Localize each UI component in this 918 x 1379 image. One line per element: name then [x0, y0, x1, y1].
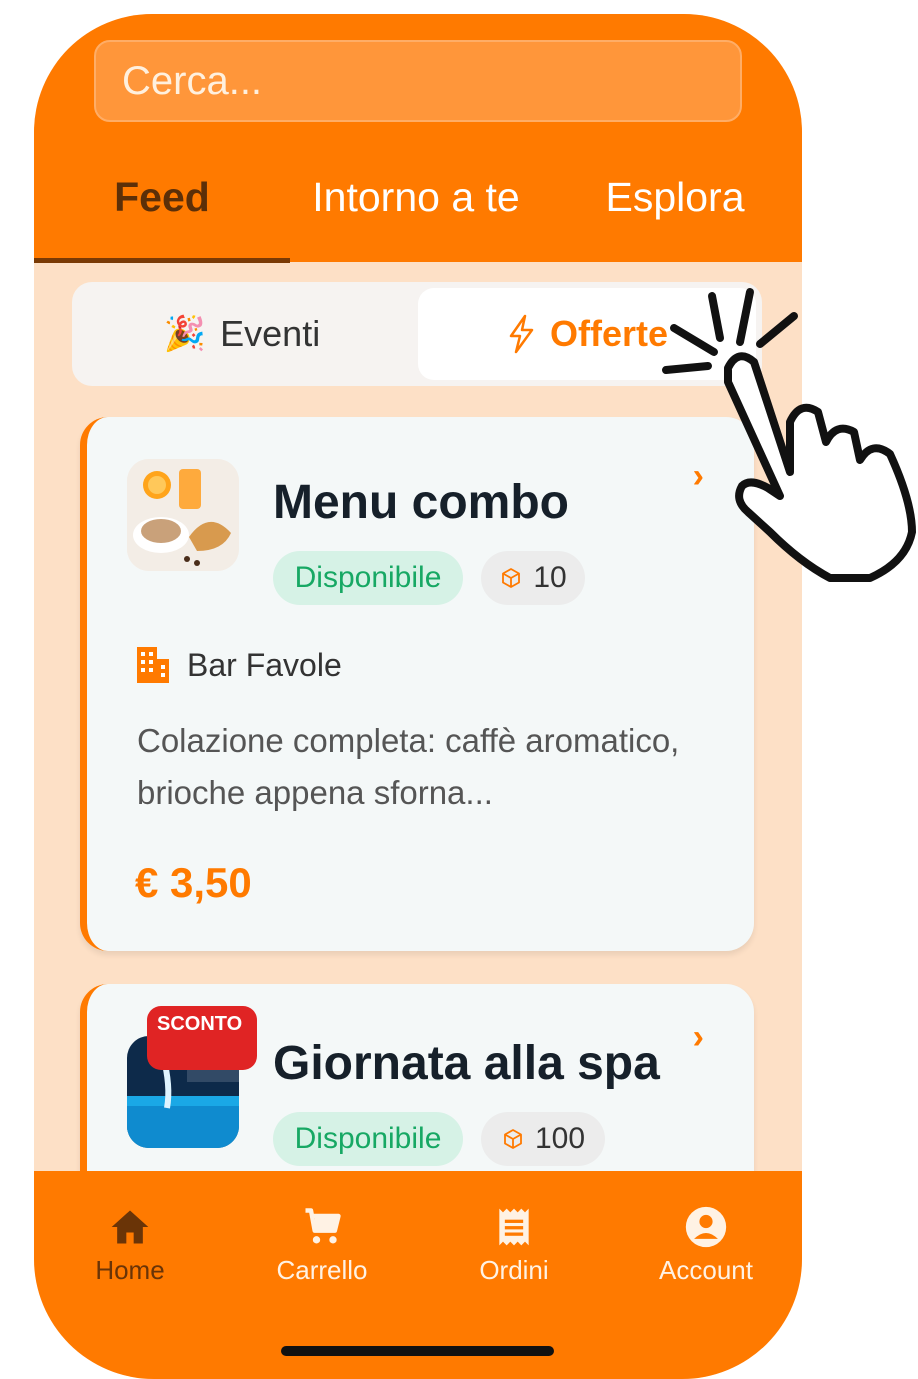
stock-badge: 10 [481, 551, 585, 605]
phone-screen: Feed Intorno a te Esplora 🎉 Eventi Offer… [34, 14, 802, 1379]
card-price: € 3,50 [135, 859, 252, 906]
card-description: Colazione completa: caffè aromatico, bri… [137, 722, 680, 811]
receipt-icon [499, 1208, 529, 1246]
nav-ordini-label: Ordini [479, 1255, 549, 1285]
party-popper-icon: 🎉 [163, 315, 207, 353]
nav-account-label: Account [659, 1255, 753, 1285]
tap-hand-icon [662, 288, 916, 582]
tab-feed[interactable]: Feed [74, 174, 250, 262]
top-tabs: Feed Intorno a te Esplora [34, 174, 802, 262]
segment-eventi-label: Eventi [220, 313, 321, 354]
discount-badge: SCONTO [147, 1006, 257, 1070]
stock-count: 100 [534, 1122, 586, 1155]
box-icon [502, 568, 521, 588]
nav-ordini[interactable]: Ordini [418, 1205, 610, 1286]
stock-badge: 100 [481, 1112, 605, 1166]
status-badge: Disponibile [273, 551, 463, 605]
venue-name: Bar Favole [187, 646, 342, 683]
home-icon [111, 1210, 149, 1244]
nav-account[interactable]: Account [610, 1205, 802, 1286]
home-indicator [281, 1346, 554, 1356]
card-title: Menu combo [273, 476, 569, 529]
account-icon [685, 1206, 727, 1248]
building-icon [137, 647, 169, 683]
stock-count: 10 [533, 561, 567, 594]
venue-row: Bar Favole [135, 645, 342, 685]
nav-home[interactable]: Home [34, 1205, 226, 1286]
chevron-right-icon[interactable]: › [693, 1018, 704, 1057]
card-title: Giornata alla spa [273, 1037, 660, 1090]
status-badge: Disponibile [273, 1112, 463, 1166]
breakfast-thumbnail [127, 459, 239, 571]
app-header: Feed Intorno a te Esplora [34, 14, 802, 263]
tab-esplora[interactable]: Esplora [590, 174, 760, 262]
tab-intorno-a-te[interactable]: Intorno a te [296, 174, 536, 262]
search-input[interactable] [120, 57, 740, 105]
nav-carrello-label: Carrello [276, 1255, 368, 1285]
cart-icon [305, 1208, 341, 1244]
segment-eventi[interactable]: 🎉 Eventi [72, 288, 412, 380]
search-bar[interactable] [94, 40, 742, 122]
active-tab-indicator [34, 258, 290, 263]
lightning-icon [509, 314, 534, 354]
nav-home-label: Home [95, 1255, 165, 1285]
nav-carrello[interactable]: Carrello [226, 1205, 418, 1286]
box-icon [504, 1129, 522, 1149]
